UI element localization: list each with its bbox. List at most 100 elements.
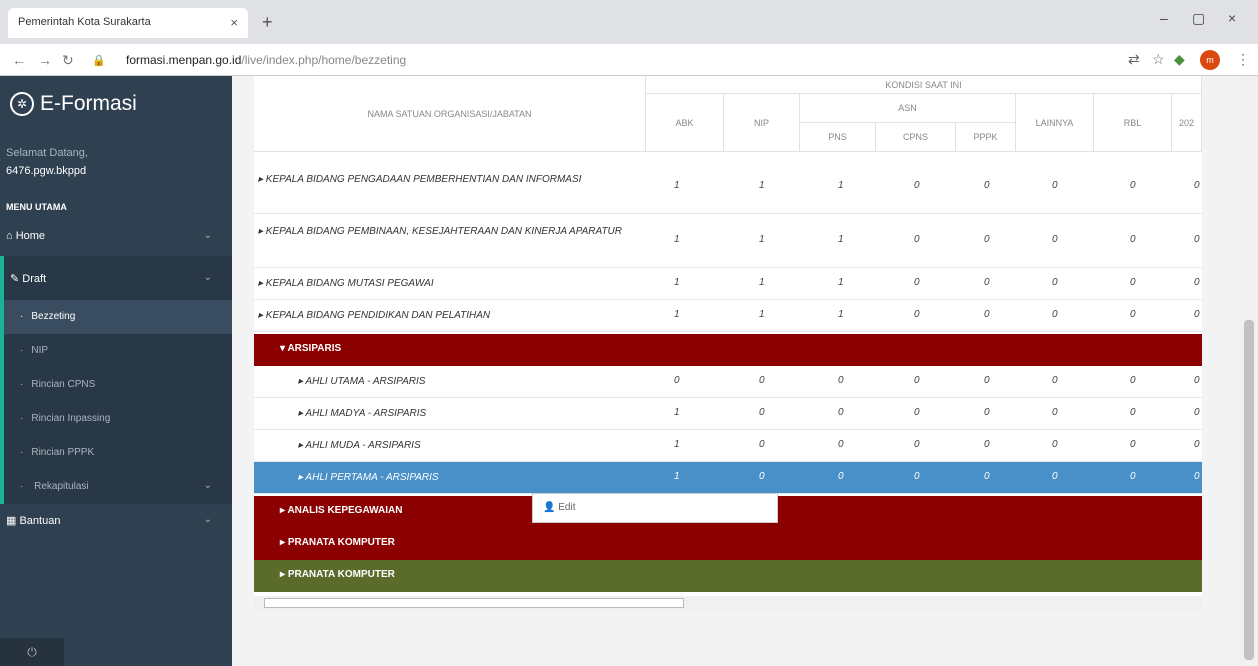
chevron-down-icon: ⌄ [203, 480, 212, 491]
sidebar-item-label: Home [15, 230, 46, 242]
edit-menu-item[interactable]: Edit [558, 502, 575, 513]
caret-right-icon: ▸ [280, 569, 288, 580]
table-row-selected[interactable]: ▸ AHLI PERTAMA - ARSIPARIS 1 0 0 0 0 0 0… [254, 462, 1202, 494]
tab-title: Pemerintah Kota Surakarta [18, 16, 151, 28]
reload-icon[interactable]: ↻ [62, 52, 74, 69]
forward-icon[interactable]: → [38, 52, 52, 68]
row-value-rbl: 0 [1130, 407, 1136, 418]
row-value-rbl: 0 [1130, 471, 1136, 482]
sidebar-item-home[interactable]: ⌂ Home ⌄ [0, 220, 232, 256]
group-row-arsiparis[interactable]: ▾ ARSIPARIS [254, 334, 1202, 366]
row-value-lainnya: 0 [1052, 234, 1058, 245]
header-rbl: RBL [1094, 94, 1172, 152]
browser-tabbar: Pemerintah Kota Surakarta × + – ▢ × [0, 0, 1258, 44]
header-name: NAMA SATUAN ORGANISASI/JABATAN [254, 76, 646, 152]
group-name: ▸ ANALIS KEPEGAWAIAN [280, 505, 402, 516]
row-value-abk: 1 [674, 180, 680, 191]
sidebar-subitem-bezzeting[interactable]: Bezzeting [0, 300, 232, 334]
table-row[interactable]: ▸ KEPALA BIDANG MUTASI PEGAWAI 1 1 1 0 0… [254, 268, 1202, 300]
row-value-rbl: 0 [1130, 309, 1136, 320]
welcome-text: Selamat Datang, [6, 147, 88, 159]
translate-icon[interactable]: ⇄ [1128, 51, 1140, 68]
row-value-nip: 1 [759, 234, 765, 245]
row-value-nip: 1 [759, 309, 765, 320]
sidebar-subitem-rincian-cpns[interactable]: Rincian CPNS [0, 368, 232, 402]
sidebar: ✲ E-Formasi Selamat Datang, 6476.pgw.bkpp… [0, 76, 232, 666]
row-value-next: 0 [1194, 180, 1200, 191]
row-value-next: 0 [1194, 471, 1200, 482]
back-icon[interactable]: ← [12, 52, 26, 68]
row-value-cpns: 0 [914, 180, 920, 191]
row-value-next: 0 [1194, 309, 1200, 320]
header-asn: ASN [800, 94, 1016, 123]
row-name: ▸ KEPALA BIDANG PEMBINAAN, KESEJAHTERAAN… [258, 226, 622, 237]
sidebar-subitem-rincian-inpassing[interactable]: Rincian Inpassing [0, 402, 232, 436]
url-field[interactable]: formasi.menpan.go.id/live/index.php/home… [126, 53, 406, 67]
brand-logo-icon: ✲ [10, 92, 34, 117]
group-label: ANALIS KEPEGAWAIAN [287, 505, 403, 516]
browser-tab[interactable]: Pemerintah Kota Surakarta × [8, 8, 248, 38]
tab-close-icon[interactable]: × [230, 15, 238, 30]
row-value-lainnya: 0 [1052, 407, 1058, 418]
row-value-lainnya: 0 [1052, 180, 1058, 191]
group-name: ▸ PRANATA KOMPUTER [280, 569, 395, 580]
row-value-rbl: 0 [1130, 439, 1136, 450]
new-tab-button[interactable]: + [262, 12, 273, 33]
sidebar-item-bantuan[interactable]: ▦ Bantuan ⌄ [0, 504, 232, 540]
header-pns: PNS [800, 123, 876, 152]
row-value-rbl: 0 [1130, 375, 1136, 386]
row-value-abk: 1 [674, 439, 680, 450]
group-name: ▾ ARSIPARIS [280, 343, 341, 354]
minimize-button[interactable]: – [1160, 10, 1168, 26]
table-row[interactable]: ▸ AHLI UTAMA - ARSIPARIS 0 0 0 0 0 0 0 0 [254, 366, 1202, 398]
main-content: NAMA SATUAN ORGANISASI/JABATAN KONDISI S… [232, 76, 1258, 666]
sidebar-subitem-nip[interactable]: NIP [0, 334, 232, 368]
close-window-button[interactable]: × [1228, 10, 1236, 26]
user-edit-icon: 👤 [543, 502, 559, 513]
vertical-scrollbar[interactable] [1240, 76, 1258, 666]
row-value-pppk: 0 [984, 234, 990, 245]
sidebar-subitem-rekapitulasi[interactable]: Rekapitulasi ⌄ [0, 470, 232, 504]
row-value-pppk: 0 [984, 375, 990, 386]
horizontal-scrollbar[interactable] [254, 596, 1202, 610]
row-value-abk: 1 [674, 309, 680, 320]
row-value-abk: 1 [674, 471, 680, 482]
row-value-next: 0 [1194, 439, 1200, 450]
power-icon[interactable]: ⏻ [0, 638, 64, 666]
table-row[interactable]: ▸ KEPALA BIDANG PEMBINAAN, KESEJAHTERAAN… [254, 214, 1202, 268]
row-value-pns: 1 [838, 234, 844, 245]
group-row-pranata-komputer[interactable]: ▸ PRANATA KOMPUTER [254, 528, 1202, 560]
row-value-nip: 0 [759, 375, 765, 386]
url-host: formasi.menpan.go.id [126, 53, 242, 67]
row-value-cpns: 0 [914, 375, 920, 386]
row-value-pns: 1 [838, 180, 844, 191]
table-row[interactable]: ▸ AHLI MUDA - ARSIPARIS 1 0 0 0 0 0 0 0 [254, 430, 1202, 462]
table-row[interactable]: ▸ KEPALA BIDANG PENGADAAN PEMBERHENTIAN … [254, 162, 1202, 214]
extension-icon[interactable]: ◆ [1174, 51, 1185, 68]
caret-right-icon: ▸ [280, 537, 288, 548]
brand-name: E-Formasi [40, 92, 137, 115]
group-row-pranata-komputer-2[interactable]: ▸ PRANATA KOMPUTER [254, 560, 1202, 592]
table-icon: ▦ [6, 515, 20, 527]
row-name: ▸ AHLI MADYA - ARSIPARIS [298, 408, 427, 419]
table-row[interactable]: ▸ KEPALA BIDANG PENDIDIKAN DAN PELATIHAN… [254, 300, 1202, 332]
group-label: PRANATA KOMPUTER [287, 537, 395, 548]
profile-avatar[interactable]: m [1200, 50, 1220, 70]
brand[interactable]: ✲ E-Formasi [0, 76, 232, 138]
header-abk: ABK [646, 94, 724, 152]
row-value-cpns: 0 [914, 309, 920, 320]
row-value-next: 0 [1194, 277, 1200, 288]
sidebar-item-draft[interactable]: ✎ Draft ⌄ [0, 256, 232, 300]
bookmark-star-icon[interactable]: ☆ [1152, 51, 1165, 68]
row-value-nip: 0 [759, 439, 765, 450]
row-value-pppk: 0 [984, 309, 990, 320]
sidebar-subitem-rincian-pppk[interactable]: Rincian PPPK [0, 436, 232, 470]
table-row[interactable]: ▸ AHLI MADYA - ARSIPARIS 1 0 0 0 0 0 0 0 [254, 398, 1202, 430]
row-value-nip: 1 [759, 180, 765, 191]
scroll-thumb[interactable] [1244, 320, 1254, 660]
browser-menu-icon[interactable]: ⋮ [1236, 51, 1250, 68]
row-value-pppk: 0 [984, 407, 990, 418]
chevron-down-icon: ⌄ [203, 272, 212, 283]
scroll-thumb[interactable] [264, 598, 684, 608]
maximize-button[interactable]: ▢ [1192, 10, 1205, 27]
